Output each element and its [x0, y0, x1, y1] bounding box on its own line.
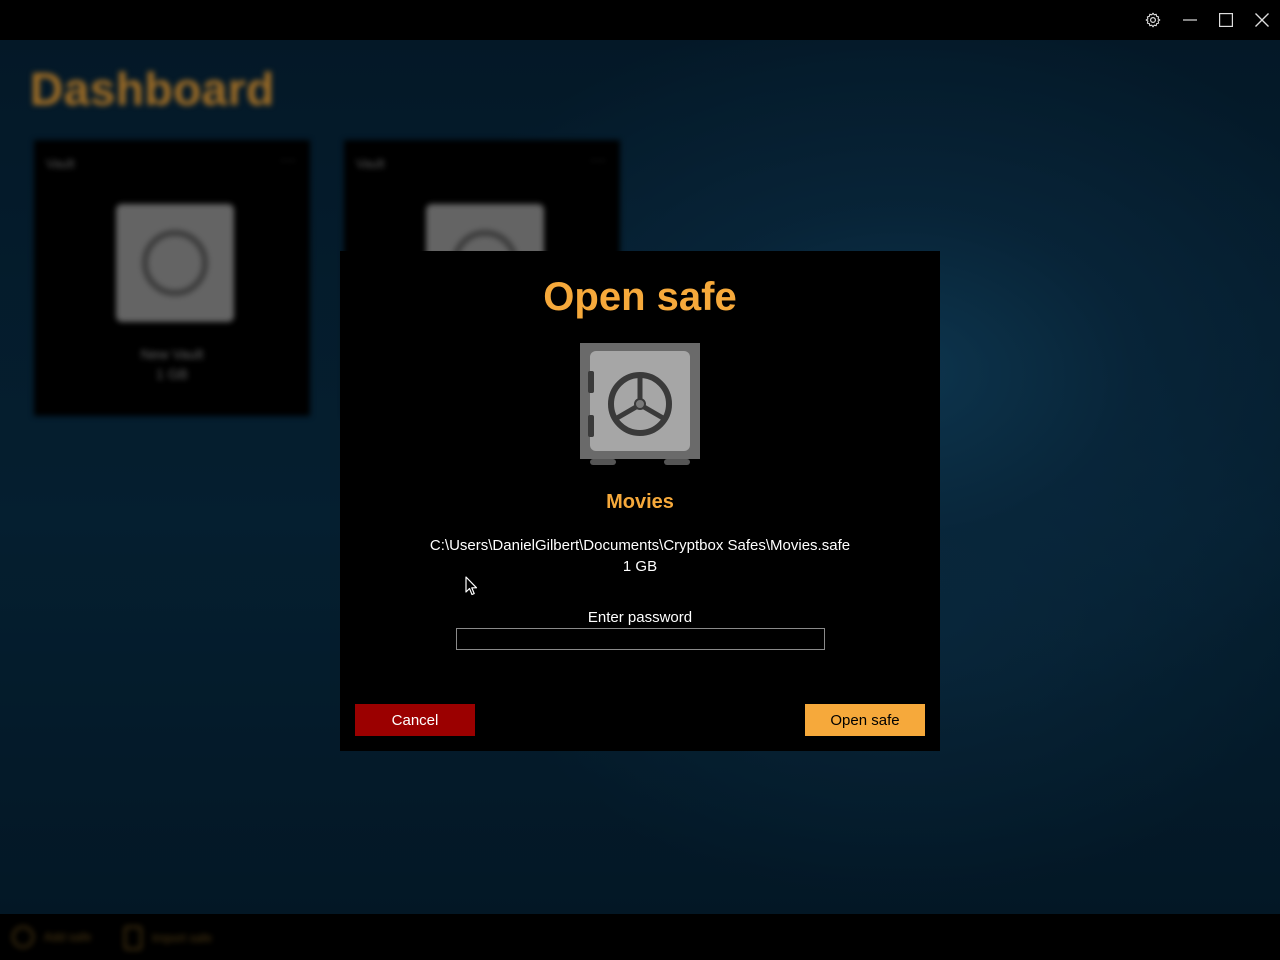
- dialog-title: Open safe: [543, 275, 737, 319]
- password-label: Enter password: [587, 609, 693, 626]
- password-input[interactable]: [456, 628, 825, 650]
- maximize-icon: [1219, 13, 1233, 27]
- minimize-icon: [1183, 19, 1197, 21]
- gear-icon: [1145, 12, 1161, 28]
- cancel-button[interactable]: Cancel: [355, 704, 475, 736]
- mouse-cursor-icon: [465, 576, 478, 596]
- safe-path: C:\Users\DanielGilbert\Documents\Cryptbo…: [429, 537, 851, 554]
- safe-size: 1 GB: [622, 558, 658, 575]
- title-bar: [0, 0, 1280, 40]
- open-safe-button[interactable]: Open safe: [805, 704, 925, 736]
- settings-button[interactable]: [1135, 0, 1171, 40]
- minimize-button[interactable]: [1172, 0, 1208, 40]
- close-button[interactable]: [1244, 0, 1280, 40]
- safe-name: Movies: [606, 491, 674, 513]
- maximize-button[interactable]: [1208, 0, 1244, 40]
- open-safe-dialog: Open safe Movies C:\Users\DanielGilbert\…: [340, 251, 940, 751]
- close-icon: [1255, 13, 1269, 27]
- safe-icon: [580, 343, 700, 465]
